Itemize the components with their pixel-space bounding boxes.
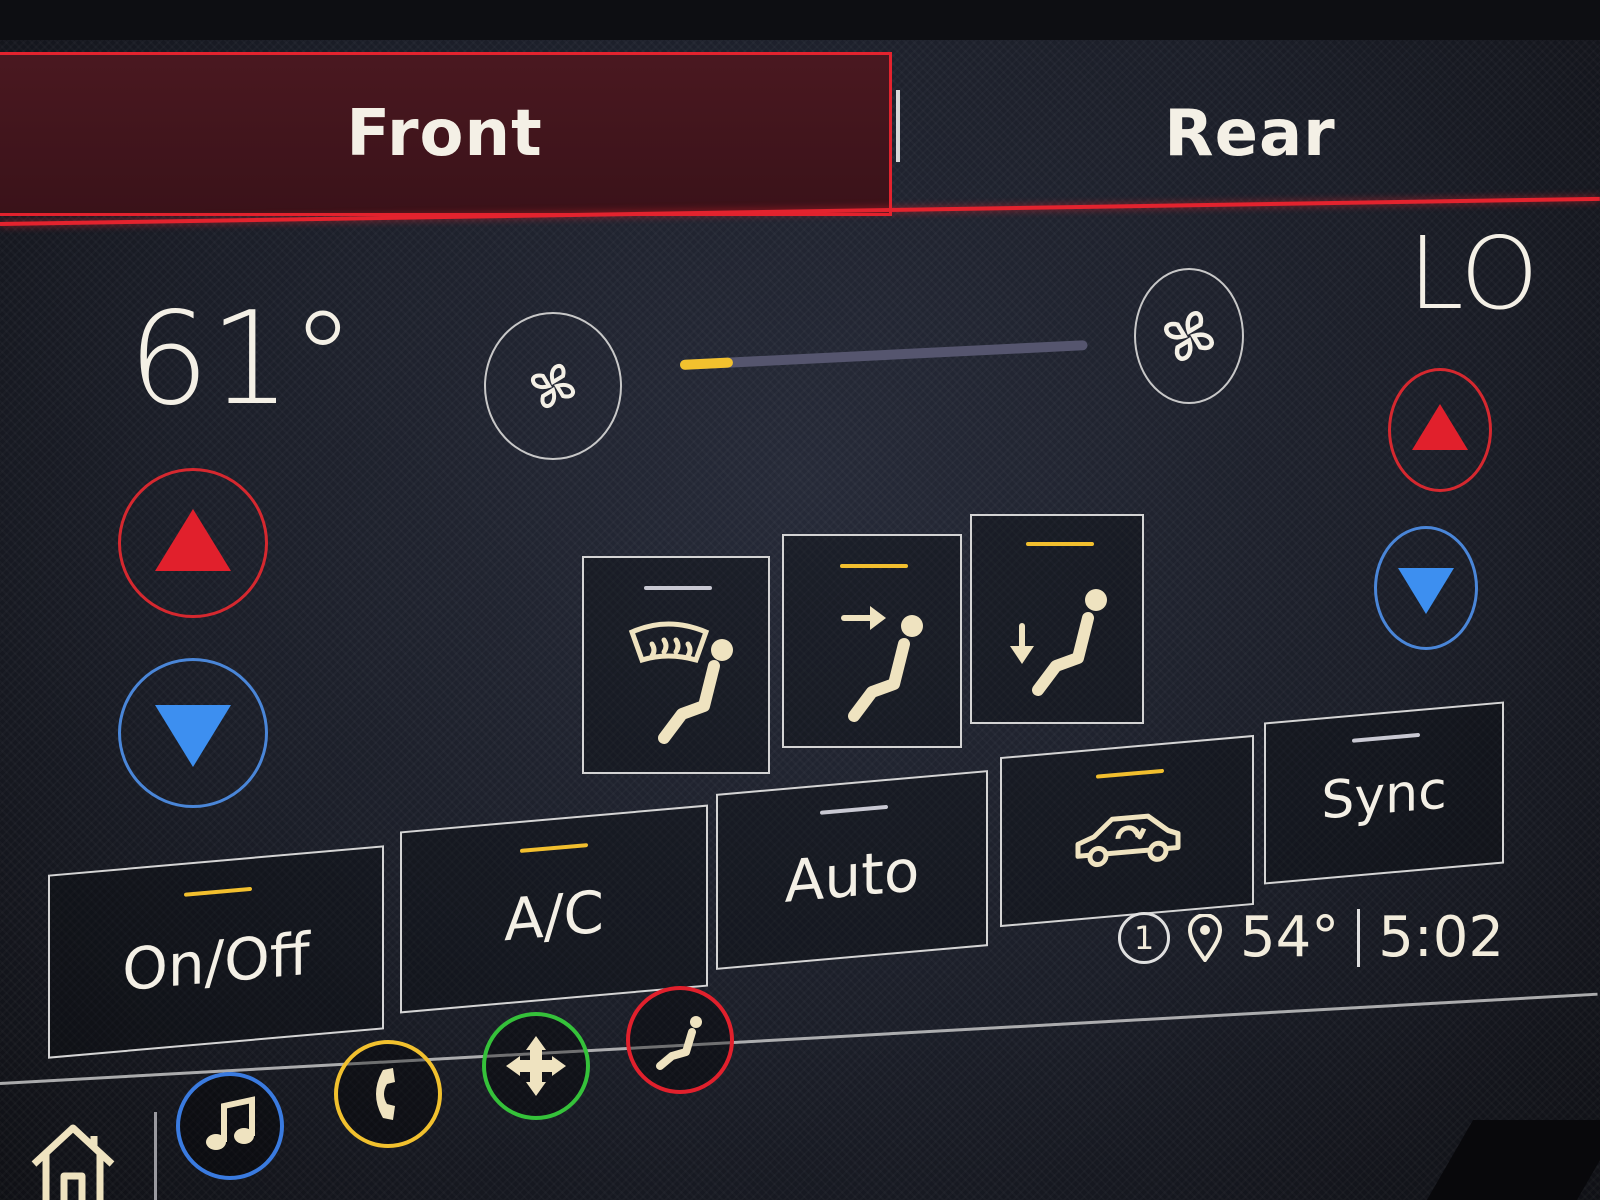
- navigation-icon: [506, 1036, 566, 1096]
- arrow-up-icon: [155, 509, 231, 571]
- tab-front[interactable]: Front: [0, 52, 892, 216]
- home-icon: [31, 1124, 115, 1200]
- tab-front-label: Front: [346, 97, 543, 171]
- indicator-light: [1026, 542, 1094, 546]
- power-button[interactable]: On/Off: [48, 845, 384, 1059]
- location-pin-icon: [1188, 913, 1222, 962]
- airflow-face-button[interactable]: [782, 534, 962, 748]
- ac-button-label: A/C: [504, 877, 604, 955]
- auto-button[interactable]: Auto: [716, 770, 988, 970]
- outside-temperature: 54°: [1240, 905, 1340, 970]
- airflow-defrost-floor-button[interactable]: [582, 556, 770, 774]
- phone-icon: [376, 1068, 395, 1120]
- indicator-light: [520, 843, 588, 853]
- dock-separator: [154, 1112, 157, 1200]
- auto-button-label: Auto: [784, 836, 920, 916]
- driver-temperature: 61°: [128, 285, 355, 434]
- arrow-up-icon: [1412, 404, 1468, 450]
- tab-rear-label: Rear: [1164, 97, 1336, 171]
- indicator-light: [644, 586, 712, 590]
- driver-temp-down-button[interactable]: [118, 658, 268, 808]
- indicator-light: [184, 886, 252, 897]
- driver-temp-up-button[interactable]: [118, 468, 268, 618]
- indicator-light: [820, 804, 888, 815]
- power-button-label: On/Off: [122, 919, 310, 1005]
- status-badge: 1: [1118, 911, 1170, 964]
- fan-speed-fill: [679, 357, 734, 370]
- indicator-light: [1352, 732, 1420, 743]
- screen-bezel-corner: [1426, 1120, 1600, 1200]
- status-bar: 1 54° 5:02: [1118, 905, 1504, 970]
- fan-speed-slider[interactable]: [679, 340, 1088, 370]
- defrost-floor-icon: [628, 621, 733, 744]
- vent-floor-icon: [1010, 589, 1107, 696]
- music-icon: [206, 1096, 255, 1150]
- climate-seat-icon: [656, 1016, 702, 1070]
- arrow-down-icon: [1398, 568, 1454, 614]
- ac-button[interactable]: A/C: [400, 804, 708, 1014]
- tab-rear[interactable]: Rear: [900, 52, 1600, 216]
- phone-button[interactable]: [334, 1040, 442, 1148]
- clock: 5:02: [1378, 905, 1505, 970]
- status-divider: [1357, 908, 1361, 967]
- fan-decrease-button[interactable]: [484, 312, 622, 460]
- screen-bezel: [0, 0, 1600, 40]
- sync-button-label: Sync: [1321, 760, 1447, 832]
- navigation-button[interactable]: [482, 1012, 590, 1120]
- indicator-light: [840, 564, 908, 568]
- home-button[interactable]: [28, 1118, 118, 1200]
- passenger-temp-up-button[interactable]: [1388, 368, 1492, 492]
- fan-high-icon: [1164, 311, 1214, 361]
- climate-button[interactable]: [626, 986, 734, 1094]
- passenger-temperature: LO: [1408, 215, 1539, 332]
- fan-low-icon: [531, 364, 575, 408]
- arrow-down-icon: [155, 705, 231, 767]
- passenger-temp-down-button[interactable]: [1374, 526, 1478, 650]
- recirculation-button[interactable]: [1000, 734, 1254, 928]
- airflow-floor-button[interactable]: [970, 514, 1144, 724]
- music-button[interactable]: [176, 1072, 284, 1180]
- vent-face-icon: [841, 606, 923, 722]
- recirculation-car-icon: [1075, 813, 1181, 868]
- fan-increase-button[interactable]: [1134, 268, 1244, 404]
- climate-screen: Front Rear 61° LO On/Off A/C Auto Sync 1…: [0, 0, 1600, 1200]
- sync-button[interactable]: Sync: [1264, 701, 1504, 885]
- indicator-light: [1096, 768, 1164, 779]
